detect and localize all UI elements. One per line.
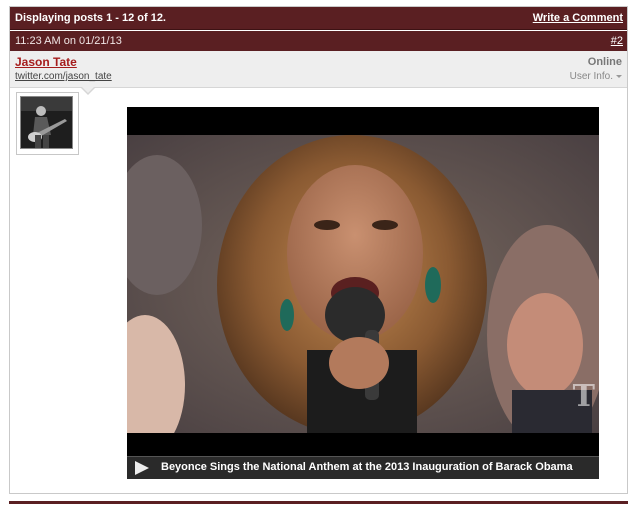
user-bar: Jason Tate twitter.com/jason_tate Online… — [10, 51, 627, 88]
posts-count-text: Displaying posts 1 - 12 of 12. — [15, 12, 166, 24]
video-still — [127, 135, 599, 433]
avatar-image — [20, 96, 73, 149]
video-title: Beyonce Sings the National Anthem at the… — [161, 461, 573, 473]
chevron-down-icon — [616, 74, 622, 78]
post-timestamp: 11:23 AM on 01/21/13 — [15, 35, 122, 47]
user-info-dropdown[interactable]: User Info. — [570, 71, 622, 82]
username-link[interactable]: Jason Tate — [15, 55, 77, 69]
user-info-label: User Info. — [569, 71, 613, 82]
video-frame[interactable]: T — [127, 135, 599, 433]
guitarist-icon — [21, 97, 72, 148]
comments-panel: Displaying posts 1 - 12 of 12. Write a C… — [9, 6, 628, 494]
post-header-bar: 11:23 AM on 01/21/13 #2 — [10, 31, 627, 51]
online-status: Online — [587, 56, 622, 68]
write-comment-link[interactable]: Write a Comment — [533, 12, 623, 24]
twitter-link[interactable]: twitter.com/jason_tate — [15, 71, 112, 82]
comments-header-bar: Displaying posts 1 - 12 of 12. Write a C… — [10, 7, 627, 30]
video-player[interactable]: T Beyonce Sings the National Anthem at t… — [127, 107, 599, 479]
speech-pointer-inner — [81, 86, 95, 93]
play-icon[interactable] — [135, 461, 149, 475]
post-number-link[interactable]: #2 — [611, 35, 623, 47]
video-controls[interactable]: Beyonce Sings the National Anthem at the… — [127, 456, 599, 479]
nyt-watermark: T — [572, 379, 595, 414]
avatar[interactable] — [16, 92, 79, 155]
next-post-rule — [9, 501, 628, 504]
